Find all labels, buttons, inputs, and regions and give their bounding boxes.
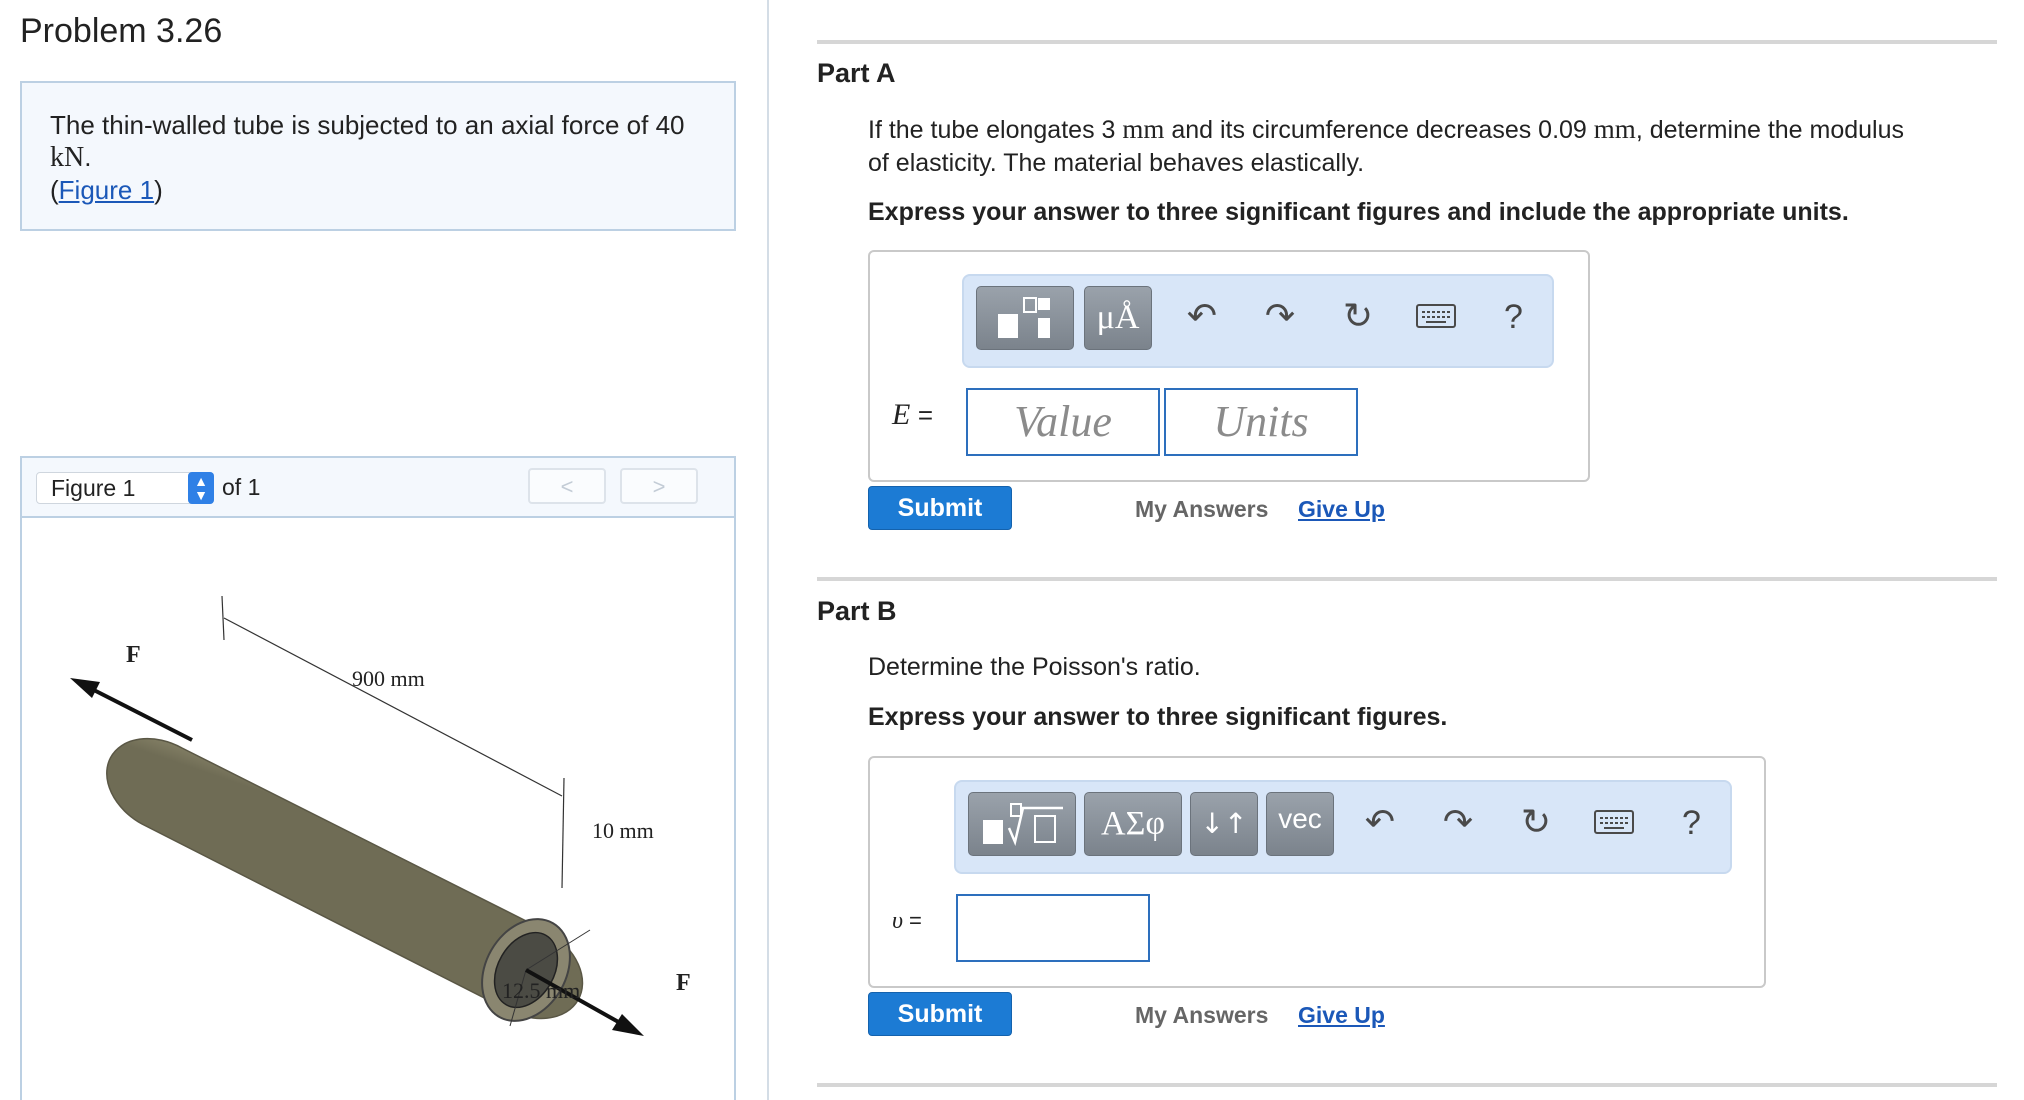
reset-icon-b[interactable]: ↻ xyxy=(1516,802,1556,842)
force-label-right: F xyxy=(676,970,691,996)
figure-link-paren-close: ) xyxy=(154,175,163,205)
unit-mm-2: mm xyxy=(1593,114,1636,144)
figure-select[interactable]: Figure 1 ▲ ▼ xyxy=(36,472,214,504)
force-arrow-left-icon xyxy=(70,678,100,698)
part-a-submit-button[interactable]: Submit xyxy=(868,486,1012,530)
help-icon-b[interactable]: ? xyxy=(1682,804,1701,843)
select-arrows-icon: ▲ ▼ xyxy=(188,472,214,504)
force-arrow-right-icon xyxy=(612,1014,644,1036)
left-pane: Problem 3.26 The thin-walled tube is sub… xyxy=(0,0,769,1100)
problem-statement-box: The thin-walled tube is subjected to an … xyxy=(20,81,736,231)
force-unit: kN xyxy=(50,142,85,173)
inner-radius-label: 10 mm xyxy=(592,818,654,843)
tube-figure: F 900 mm 10 mm F 12.5 mm xyxy=(70,595,691,1036)
dimension-line-length xyxy=(223,617,563,797)
undo-icon-b[interactable]: ↶ xyxy=(1360,802,1400,842)
keyboard-icon-b[interactable] xyxy=(1594,802,1634,842)
units-input[interactable]: Units xyxy=(1164,388,1358,456)
redo-icon[interactable]: ↷ xyxy=(1260,296,1300,336)
units-button[interactable]: μÅ xyxy=(1084,286,1152,350)
part-a-toolbar: μÅ ↶ ↷ ↻ ? xyxy=(962,274,1554,368)
force-arrow-left-shaft xyxy=(81,682,193,742)
part-c-divider xyxy=(817,1083,1997,1087)
part-b-instruction: Express your answer to three significant… xyxy=(868,703,1448,731)
part-a-variable-label: E = xyxy=(892,398,933,432)
part-a-give-up-link[interactable]: Give Up xyxy=(1298,496,1385,523)
dimension-extension-left xyxy=(221,595,225,641)
help-icon[interactable]: ? xyxy=(1504,298,1523,337)
part-a-question-mid: and its circumference decreases 0.09 xyxy=(1171,116,1587,144)
subscript-button[interactable]: ↓↑ xyxy=(1190,792,1258,856)
statement-period: . xyxy=(84,142,92,172)
part-a-question: If the tube elongates 3 mm and its circu… xyxy=(868,113,1988,180)
part-b-submit-button[interactable]: Submit xyxy=(868,992,1012,1036)
part-b-question: Determine the Poisson's ratio. xyxy=(868,653,1201,681)
equals-sign: = xyxy=(917,400,934,430)
force-label-left: F xyxy=(126,642,141,668)
vector-button[interactable]: vec xyxy=(1266,792,1334,856)
keyboard-glyph-b xyxy=(1594,810,1634,834)
templates-icon xyxy=(998,297,1050,338)
part-a-answer-box: μÅ ↶ ↷ ↻ ? E = Value Units xyxy=(868,250,1590,482)
part-b-title: Part B xyxy=(817,596,897,626)
outer-radius-label: 12.5 mm xyxy=(502,978,580,1003)
part-b-variable-label: υ = xyxy=(892,908,922,935)
keyboard-icon[interactable] xyxy=(1416,296,1456,336)
greek-symbols-button[interactable]: ΑΣφ xyxy=(1084,792,1182,856)
dimension-extension-right xyxy=(561,777,565,889)
part-b-toolbar: ΑΣφ ↓↑ vec ↶ ↷ ↻ ? xyxy=(954,780,1732,874)
figure-link-paren-open: ( xyxy=(50,175,59,205)
templates-button-b[interactable] xyxy=(968,792,1076,856)
part-b-give-up-link[interactable]: Give Up xyxy=(1298,1002,1385,1029)
equals-sign-b: = xyxy=(909,908,922,933)
figure-link[interactable]: Figure 1 xyxy=(59,175,154,205)
part-b-answer-box: ΑΣφ ↓↑ vec ↶ ↷ ↻ ? υ = xyxy=(868,756,1766,988)
figure-toolbar: Figure 1 ▲ ▼ of 1 < > xyxy=(22,458,734,518)
undo-icon[interactable]: ↶ xyxy=(1182,296,1222,336)
part-a-question-line2: of elasticity. The material behaves elas… xyxy=(868,149,1365,177)
part-a-my-answers-link[interactable]: My Answers xyxy=(1135,496,1268,523)
problem-statement: The thin-walled tube is subjected to an … xyxy=(50,110,685,140)
value-input[interactable]: Value xyxy=(966,388,1160,456)
part-b-divider xyxy=(817,577,1997,581)
part-a-title: Part A xyxy=(817,58,896,88)
previous-figure-button[interactable]: < xyxy=(528,468,606,504)
part-a-divider xyxy=(817,40,1997,44)
radical-templates-icon xyxy=(983,803,1063,846)
keyboard-glyph xyxy=(1416,304,1456,328)
part-a-question-pre: If the tube elongates 3 xyxy=(868,116,1116,144)
templates-button[interactable] xyxy=(976,286,1074,350)
part-a-question-post: , determine the modulus xyxy=(1635,116,1905,144)
variable-e: E xyxy=(892,398,911,431)
part-b-my-answers-link[interactable]: My Answers xyxy=(1135,1002,1268,1029)
figure-panel: Figure 1 ▲ ▼ of 1 < > F 900 mm 10 mm F 1… xyxy=(20,456,736,1100)
reset-icon[interactable]: ↻ xyxy=(1338,296,1378,336)
problem-title: Problem 3.26 xyxy=(20,12,223,50)
figure-select-value: Figure 1 xyxy=(51,475,136,501)
next-figure-button[interactable]: > xyxy=(620,468,698,504)
unit-mm-1: mm xyxy=(1122,114,1165,144)
redo-icon-b[interactable]: ↷ xyxy=(1438,802,1478,842)
part-a-instruction: Express your answer to three significant… xyxy=(868,198,1849,226)
variable-nu: υ xyxy=(892,908,904,934)
figure-count: of 1 xyxy=(222,474,261,500)
poisson-ratio-input[interactable] xyxy=(956,894,1150,962)
length-label: 900 mm xyxy=(352,666,425,691)
